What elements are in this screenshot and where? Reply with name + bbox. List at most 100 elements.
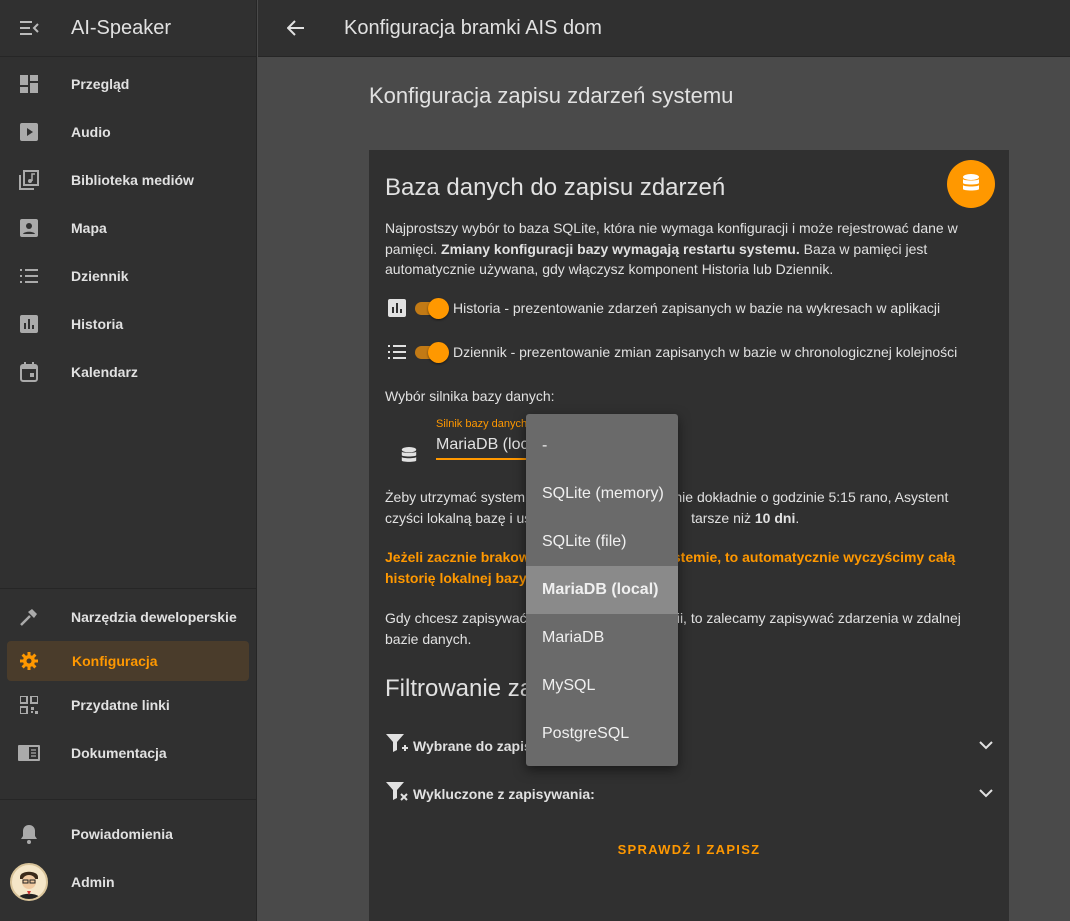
remote-text-3: bazie danych. — [385, 630, 472, 647]
page-title: Konfiguracja bramki AIS dom — [344, 16, 602, 39]
sidebar-item-history[interactable]: Historia — [0, 300, 256, 348]
history-toggle-label: Historia - prezentowanie zdarzeń zapisan… — [453, 300, 941, 316]
remote-db-text: Gdy chcesz zapisywać orii, to zalecamy z… — [385, 608, 985, 649]
sidebar-user-section: Powiadomienia Admin — [0, 810, 256, 906]
qrcode-icon — [0, 696, 57, 714]
database-config-card: Baza danych do zapisu zdarzeń Najprostsz… — [369, 150, 1009, 921]
dropdown-option[interactable]: - — [526, 422, 678, 470]
sidebar-item-audio[interactable]: Audio — [0, 108, 256, 156]
hammer-icon — [0, 607, 57, 627]
warning-text-1: Jeżeli zacznie brakowa — [385, 549, 538, 565]
dropdown-option[interactable]: SQLite (memory) — [526, 470, 678, 518]
sidebar-item-label: Mapa — [71, 220, 107, 236]
dropdown-option[interactable]: PostgreSQL — [526, 710, 678, 758]
chevron-down-icon — [979, 741, 993, 750]
list-icon — [385, 344, 409, 360]
sidebar-item-label: Biblioteka mediów — [71, 172, 194, 188]
sidebar-item-user[interactable]: Admin — [0, 858, 256, 906]
remote-text-1: Gdy chcesz zapisywać — [385, 610, 527, 626]
sidebar-divider — [0, 588, 256, 589]
cleanup-text-2: ennie dokładnie o godzinie 5:15 rano, As… — [658, 489, 949, 505]
sidebar-item-label: Powiadomienia — [71, 826, 173, 842]
exclude-filter-expander[interactable]: Wykluczone z zapisywania: — [385, 781, 993, 806]
sidebar: AI-Speaker Przegląd Audio Biblioteka med… — [0, 0, 257, 921]
sidebar-divider — [0, 799, 256, 800]
sidebar-item-label: Konfiguracja — [72, 653, 158, 669]
sidebar-header: AI-Speaker — [0, 0, 256, 57]
include-filter-label: Wybrane do zapisy — [413, 737, 540, 754]
sidebar-item-label: Admin — [71, 874, 115, 890]
dropdown-option[interactable]: MySQL — [526, 662, 678, 710]
sidebar-item-map[interactable]: Mapa — [0, 204, 256, 252]
history-switch[interactable] — [413, 297, 449, 319]
top-app-bar: Konfiguracja bramki AIS dom — [258, 0, 1070, 57]
chart-box-icon — [0, 315, 57, 333]
exclude-filter-label: Wykluczone z zapisywania: — [413, 785, 595, 802]
sidebar-item-label: Przydatne linki — [71, 697, 170, 713]
verify-and-save-button[interactable]: SPRAWDŹ I ZAPISZ — [369, 842, 1009, 857]
sidebar-item-media-library[interactable]: Biblioteka mediów — [0, 156, 256, 204]
sidebar-item-label: Kalendarz — [71, 364, 138, 380]
sidebar-item-developer-tools[interactable]: Narzędzia deweloperskie — [0, 593, 256, 641]
include-filter-expander[interactable]: Wybrane do zapisy — [385, 733, 993, 758]
sidebar-item-log[interactable]: Dziennik — [0, 252, 256, 300]
engine-field-label: Silnik bazy danych — [436, 418, 528, 430]
back-arrow-icon[interactable] — [258, 20, 334, 36]
engine-dropdown-menu: - SQLite (memory) SQLite (file) MariaDB … — [526, 414, 678, 766]
intro-text: Najprostszy wybór to baza SQLite, która … — [385, 218, 985, 280]
cleanup-text-4: tarsze niż — [691, 509, 751, 526]
warning-text-2: systemie, to automatycznie wyczyścimy ca… — [657, 549, 956, 565]
filter-section-title: Filtrowanie za — [385, 675, 534, 702]
sidebar-nav: Przegląd Audio Biblioteka mediów Mapa Dz… — [0, 60, 256, 396]
dashboard-icon — [0, 75, 57, 93]
cleanup-end: . — [795, 509, 800, 526]
sidebar-item-documentation[interactable]: Dokumentacja — [0, 729, 256, 777]
list-icon — [0, 268, 57, 284]
cleanup-text-3: czyści lokalną bazę i us — [385, 509, 532, 526]
log-toggle-row: Dziennik - prezentowanie zmian zapisanyc… — [385, 341, 957, 363]
intro-text-bold: Zmiany konfiguracji bazy wymagają restar… — [441, 240, 800, 257]
sidebar-item-calendar[interactable]: Kalendarz — [0, 348, 256, 396]
dropdown-option[interactable]: SQLite (file) — [526, 518, 678, 566]
sidebar-item-label: Dziennik — [71, 268, 129, 284]
remote-text-2: orii, to zalecamy zapisywać zdarzenia w … — [664, 610, 961, 626]
avatar — [9, 863, 48, 901]
sidebar-item-overview[interactable]: Przegląd — [0, 60, 256, 108]
bell-icon — [0, 824, 57, 844]
cleanup-text: Żeby utrzymać system ennie dokładnie o g… — [385, 487, 985, 528]
chart-box-icon — [385, 299, 409, 317]
filter-remove-icon — [385, 781, 409, 806]
menu-collapse-icon[interactable] — [0, 20, 57, 36]
account-box-icon — [0, 219, 57, 237]
sidebar-item-configuration[interactable]: Konfiguracja — [7, 641, 249, 681]
engine-select[interactable]: MariaDB (local) — [436, 436, 536, 460]
filter-plus-icon — [385, 733, 409, 758]
sidebar-item-label: Historia — [71, 316, 124, 332]
dropdown-option[interactable]: MariaDB — [526, 614, 678, 662]
sidebar-item-useful-links[interactable]: Przydatne linki — [0, 681, 256, 729]
sidebar-item-label: Dokumentacja — [71, 745, 167, 761]
history-toggle-row: Historia - prezentowanie zdarzeń zapisan… — [385, 297, 940, 319]
dropdown-option-selected[interactable]: MariaDB (local) — [526, 566, 678, 614]
book-icon — [0, 744, 57, 762]
sidebar-item-label: Przegląd — [71, 76, 130, 92]
calendar-icon — [0, 362, 57, 382]
card-title: Baza danych do zapisu zdarzeń — [385, 174, 726, 201]
cleanup-text-1: Żeby utrzymać system — [385, 489, 526, 505]
sidebar-bottom-nav: Narzędzia deweloperskie Konfiguracja Prz… — [0, 593, 256, 777]
cleanup-days: 10 dni — [754, 509, 796, 526]
gear-icon — [7, 651, 50, 671]
log-switch[interactable] — [413, 341, 449, 363]
sidebar-item-label: Audio — [71, 124, 111, 140]
database-icon — [400, 446, 418, 471]
sidebar-item-notifications[interactable]: Powiadomienia — [0, 810, 256, 858]
engine-label: Wybór silnika bazy danych: — [385, 388, 555, 404]
app-title: AI-Speaker — [71, 16, 172, 39]
log-toggle-label: Dziennik - prezentowanie zmian zapisanyc… — [453, 344, 958, 360]
music-library-icon — [0, 170, 57, 190]
sidebar-item-label: Narzędzia deweloperskie — [71, 609, 237, 625]
play-box-icon — [0, 123, 57, 141]
database-icon — [947, 160, 995, 208]
section-heading: Konfiguracja zapisu zdarzeń systemu — [369, 83, 734, 108]
warning-text: Jeżeli zacznie brakowa systemie, to auto… — [385, 547, 985, 588]
